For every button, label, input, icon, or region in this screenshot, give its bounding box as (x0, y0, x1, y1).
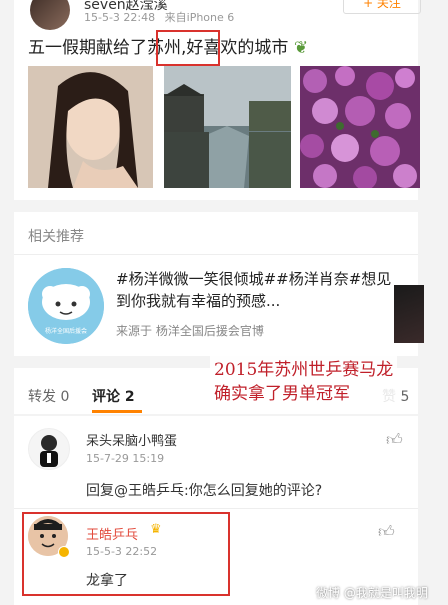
highlight-box-suzhou (156, 30, 220, 66)
tab-comment[interactable]: 评论 2 (92, 386, 135, 406)
tab-comment-underline (92, 410, 142, 413)
follow-button[interactable]: + 关注 (343, 0, 421, 14)
flowers-image (300, 66, 420, 188)
overlay-caption-line2: 确实拿了男单冠军 (214, 384, 350, 404)
recommend-source: 来源于 杨洋全国后援会官博 (116, 324, 264, 338)
post-time: 15-5-3 22:48 来自iPhone 6 (84, 9, 234, 25)
comment-like-icon[interactable]: 👍︎ (386, 430, 403, 450)
recommend-divider (14, 254, 418, 255)
comment-time: 15-7-29 15:19 (86, 452, 165, 465)
side-image-strip (394, 285, 424, 343)
recommend-title[interactable]: #杨洋微微一笑很倾城##杨洋肖奈#想见到你我就有幸福的预感... (116, 268, 404, 312)
highlight-box-comment (22, 512, 230, 596)
overlay-caption: 2015年苏州世乒赛马龙 确实拿了男单冠军 (210, 356, 398, 408)
post-photo-portrait[interactable] (28, 66, 153, 188)
overlay-caption-line1: 2015年苏州世乒赛马龙 (214, 360, 394, 380)
comment-divider (14, 508, 418, 509)
post-time-text: 15-5-3 22:48 (84, 11, 156, 24)
post-source: 来自iPhone 6 (164, 11, 235, 24)
recommend-header: 相关推荐 (28, 229, 84, 245)
avatar-figure-icon (40, 435, 58, 467)
comment-like-icon-2[interactable]: 👍︎ (378, 522, 395, 542)
author-avatar[interactable] (30, 0, 70, 30)
portrait-image (28, 66, 153, 188)
recommend-thumbnail[interactable]: 杨洋全国后援会 (28, 268, 104, 344)
post-photo-canal[interactable] (164, 66, 291, 188)
commenter-avatar[interactable] (28, 428, 70, 470)
recommend-thumb-caption: 杨洋全国后援会 (44, 328, 87, 335)
post-text-before: 五一假期献给了 (28, 38, 147, 58)
comment-text: 回复@王皓乒乓:你怎么回复她的评论? (86, 483, 323, 499)
comment-author-name[interactable]: 呆头呆脑小鸭蛋 (86, 430, 177, 449)
post-photo-flowers[interactable] (300, 66, 420, 188)
watermark: 微博 @我就是叫我明 (316, 586, 428, 600)
recommend-card: 相关推荐 杨洋全国后援会 #杨洋微微一笑很倾城##杨洋肖奈#想见到你我就有幸福的… (14, 212, 418, 356)
tab-repost[interactable]: 转发 0 (28, 386, 69, 406)
canal-image (164, 66, 291, 188)
leaf-emoji-icon: ❦ (293, 38, 309, 58)
